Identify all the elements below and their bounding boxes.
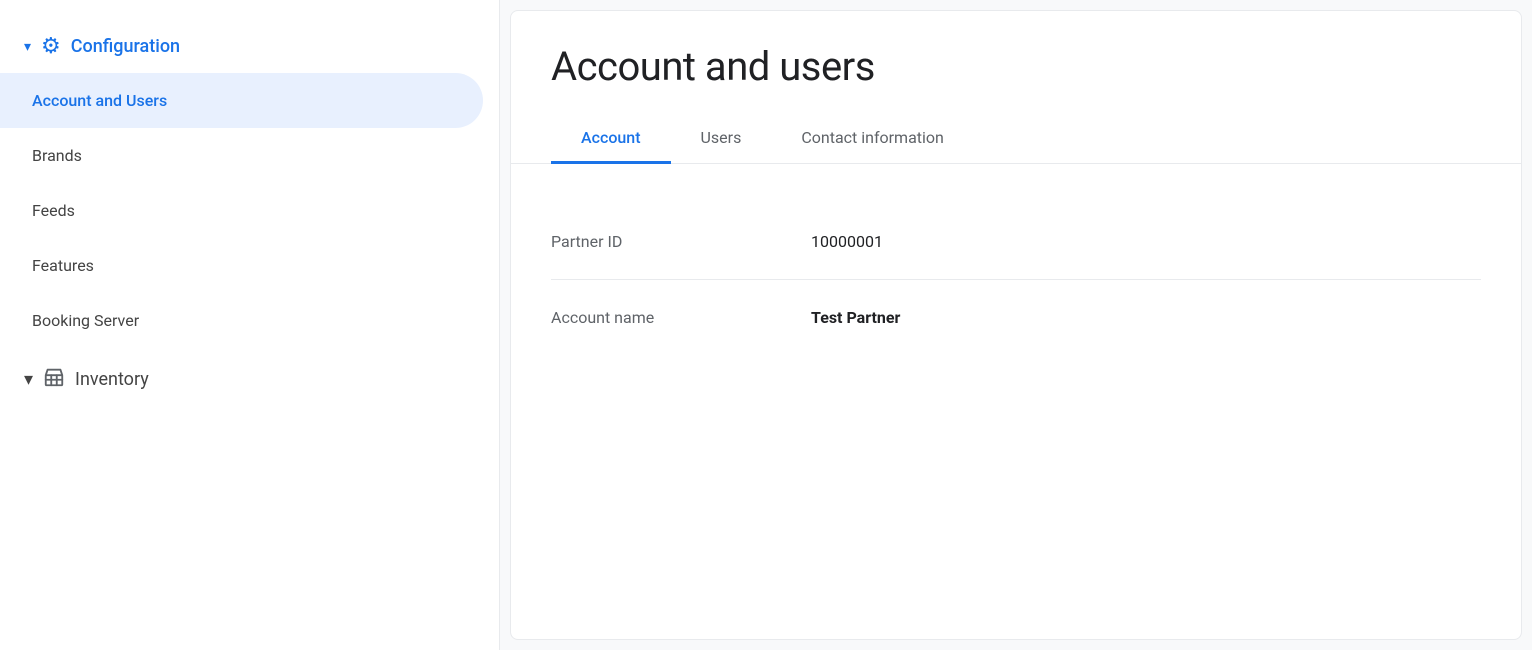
page-title: Account and users [511,11,1521,114]
config-label: Configuration [71,36,180,57]
sidebar: ▾ ⚙ Configuration Account and Users Bran… [0,0,500,650]
sidebar-item-booking-server[interactable]: Booking Server [0,293,483,348]
gear-icon: ⚙ [41,34,61,59]
tab-users[interactable]: Users [671,114,772,164]
main-content: Account and users Account Users Contact … [510,10,1522,640]
account-name-label: Account name [551,308,751,327]
partner-id-label: Partner ID [551,232,751,251]
sidebar-configuration-header[interactable]: ▾ ⚙ Configuration [0,20,499,73]
account-name-value: Test Partner [811,308,900,327]
inventory-label: Inventory [75,369,149,390]
inventory-store-icon [43,366,65,393]
sidebar-item-features[interactable]: Features [0,238,483,293]
tabs-bar: Account Users Contact information [511,114,1521,164]
sidebar-item-brands[interactable]: Brands [0,128,483,183]
config-chevron-icon: ▾ [24,39,31,55]
tab-contact-information[interactable]: Contact information [771,114,974,164]
sidebar-item-account-and-users[interactable]: Account and Users [0,73,483,128]
partner-id-row: Partner ID 10000001 [551,204,1481,280]
sidebar-item-feeds[interactable]: Feeds [0,183,483,238]
sidebar-inventory-header[interactable]: ▾ Inventory [0,348,499,411]
inventory-chevron-icon: ▾ [24,369,33,390]
account-name-row: Account name Test Partner [551,280,1481,355]
partner-id-value: 10000001 [811,232,883,251]
account-content-area: Partner ID 10000001 Account name Test Pa… [511,164,1521,639]
tab-account[interactable]: Account [551,114,671,164]
